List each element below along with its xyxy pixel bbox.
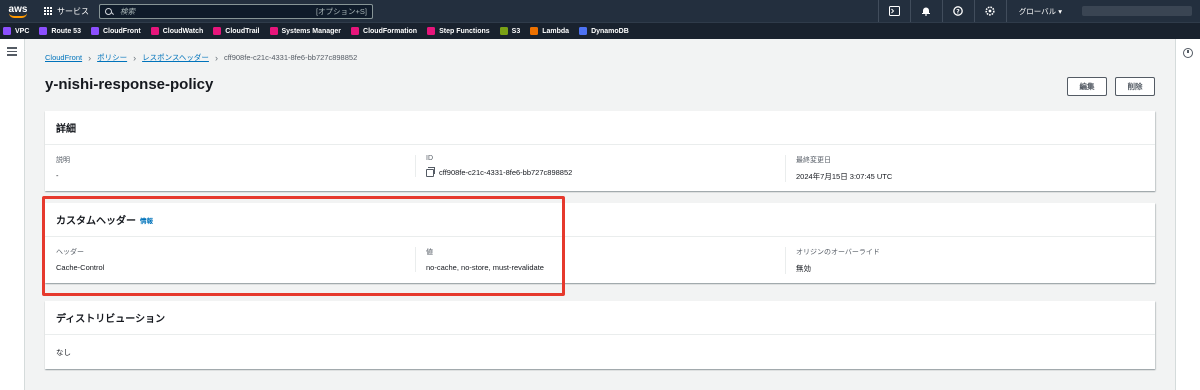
breadcrumb-cloudfront[interactable]: CloudFront bbox=[45, 53, 82, 62]
favorite-cloudtrail[interactable]: CloudTrail bbox=[213, 27, 260, 35]
main-content: CloudFront › ポリシー › レスポンスヘッダー › cff908fe… bbox=[25, 39, 1175, 390]
left-navigation-rail bbox=[0, 39, 25, 390]
service-icon bbox=[499, 27, 508, 35]
chevron-right-icon: › bbox=[214, 52, 218, 63]
favorite-cloudformation[interactable]: CloudFormation bbox=[351, 27, 417, 35]
last-modified-label: 最終変更日 bbox=[796, 157, 831, 164]
service-icon bbox=[351, 27, 360, 35]
breadcrumb-policies[interactable]: ポリシー bbox=[97, 52, 127, 63]
distributions-panel: ディストリビューション なし bbox=[45, 301, 1155, 369]
breadcrumb-current: cff908fe-c21c-4331-8fe6-bb727c898852 bbox=[223, 53, 358, 62]
favorite-step-functions[interactable]: Step Functions bbox=[427, 27, 490, 35]
id-field: ID cff908fe-c21c-4331-8fe6-bb727c898852 bbox=[415, 155, 783, 177]
top-navigation: aws サービス 検索 [オプション+S] ? グローバル ▾ bbox=[0, 0, 1200, 22]
favorite-label: Route 53 bbox=[51, 27, 81, 35]
distributions-body: なし bbox=[45, 335, 1155, 369]
details-panel: 詳細 説明 - ID cff908fe-c21c-4331-8fe6-bb727… bbox=[45, 111, 1155, 191]
details-heading: 詳細 bbox=[45, 111, 1155, 145]
page-title: y-nishi-response-policy bbox=[45, 76, 214, 93]
service-icon bbox=[530, 27, 539, 35]
svg-text:?: ? bbox=[956, 8, 960, 15]
aws-logo[interactable]: aws bbox=[0, 0, 36, 22]
menu-icon[interactable] bbox=[7, 47, 17, 58]
history-icon[interactable] bbox=[1183, 48, 1193, 58]
favorite-label: DynamoDB bbox=[591, 27, 629, 35]
favorite-route-53[interactable]: Route 53 bbox=[39, 27, 81, 35]
favorite-cloudwatch[interactable]: CloudWatch bbox=[150, 27, 204, 35]
favorite-label: CloudFront bbox=[102, 27, 141, 35]
right-tools-rail bbox=[1175, 39, 1200, 390]
service-icon bbox=[213, 27, 222, 35]
service-icon bbox=[579, 27, 588, 35]
origin-override-field: オリジンのオーバーライド 無効 bbox=[785, 247, 1153, 274]
cloudshell-terminal-icon[interactable] bbox=[877, 0, 910, 22]
last-modified-field: 最終変更日 2024年7月15日 3:07:45 UTC bbox=[785, 155, 1153, 182]
favorite-s3[interactable]: S3 bbox=[499, 27, 521, 35]
favorite-label: VPC bbox=[15, 27, 30, 35]
copy-icon[interactable] bbox=[426, 166, 435, 177]
id-label: ID bbox=[426, 155, 433, 162]
search-icon bbox=[105, 7, 112, 15]
grid-icon bbox=[44, 6, 53, 16]
help-icon[interactable]: ? bbox=[941, 0, 974, 22]
distributions-heading: ディストリビューション bbox=[45, 301, 1155, 335]
service-icon bbox=[150, 27, 159, 35]
services-label: サービス bbox=[57, 6, 89, 16]
nav-right-group: ? グローバル ▾ bbox=[877, 0, 1200, 22]
favorite-label: CloudTrail bbox=[225, 27, 260, 35]
description-value: - bbox=[56, 171, 59, 180]
favorite-cloudfront[interactable]: CloudFront bbox=[90, 27, 141, 35]
edit-button[interactable]: 編集 bbox=[1067, 77, 1107, 96]
description-label: 説明 bbox=[56, 157, 70, 164]
service-icon bbox=[269, 27, 278, 35]
services-button[interactable]: サービス bbox=[44, 6, 89, 17]
favorite-label: S3 bbox=[511, 27, 521, 35]
service-icon bbox=[3, 27, 11, 35]
search-placeholder: 検索 bbox=[120, 6, 135, 16]
favorite-label: Systems Manager bbox=[281, 27, 342, 35]
aws-smile-icon bbox=[9, 13, 27, 18]
search-shortcut-hint: [オプション+S] bbox=[315, 6, 367, 16]
favorite-label: CloudFormation bbox=[363, 27, 418, 35]
favorite-label: CloudWatch bbox=[162, 27, 204, 35]
favorite-vpc[interactable]: VPC bbox=[3, 27, 29, 35]
chevron-right-icon: › bbox=[88, 52, 92, 63]
distributions-value: なし bbox=[56, 348, 71, 357]
region-selector[interactable]: グローバル ▾ bbox=[1005, 0, 1074, 22]
service-icon bbox=[90, 27, 99, 35]
origin-override-label: オリジンのオーバーライド bbox=[796, 249, 880, 256]
favorite-label: Step Functions bbox=[439, 27, 490, 35]
bell-icon[interactable] bbox=[909, 0, 942, 22]
chevron-right-icon: › bbox=[133, 52, 137, 63]
account-menu[interactable] bbox=[1082, 6, 1192, 16]
delete-button[interactable]: 削除 bbox=[1115, 77, 1155, 96]
origin-override-value: 無効 bbox=[796, 264, 811, 273]
id-value-row: cff908fe-c21c-4331-8fe6-bb727c898852 bbox=[426, 166, 783, 177]
favorite-dynamodb[interactable]: DynamoDB bbox=[579, 27, 629, 35]
service-icon bbox=[39, 27, 48, 35]
favorites-bar: VPC Route 53 CloudFront CloudWatch CloudTrai… bbox=[0, 22, 1200, 39]
gear-icon[interactable] bbox=[973, 0, 1006, 22]
id-value: cff908fe-c21c-4331-8fe6-bb727c898852 bbox=[439, 168, 573, 177]
favorite-systems-manager[interactable]: Systems Manager bbox=[269, 27, 342, 35]
breadcrumb-response-headers[interactable]: レスポンスヘッダー bbox=[142, 52, 209, 63]
description-field: 説明 - bbox=[45, 155, 413, 180]
search-input[interactable]: 検索 [オプション+S] bbox=[99, 3, 373, 19]
service-icon bbox=[427, 27, 436, 35]
breadcrumb: CloudFront › ポリシー › レスポンスヘッダー › cff908fe… bbox=[45, 52, 357, 63]
favorite-lambda[interactable]: Lambda bbox=[530, 27, 569, 35]
highlight-annotation-box bbox=[42, 196, 565, 296]
details-body: 説明 - ID cff908fe-c21c-4331-8fe6-bb727c89… bbox=[45, 145, 1155, 189]
last-modified-value: 2024年7月15日 3:07:45 UTC bbox=[796, 172, 893, 181]
favorite-label: Lambda bbox=[542, 27, 570, 35]
